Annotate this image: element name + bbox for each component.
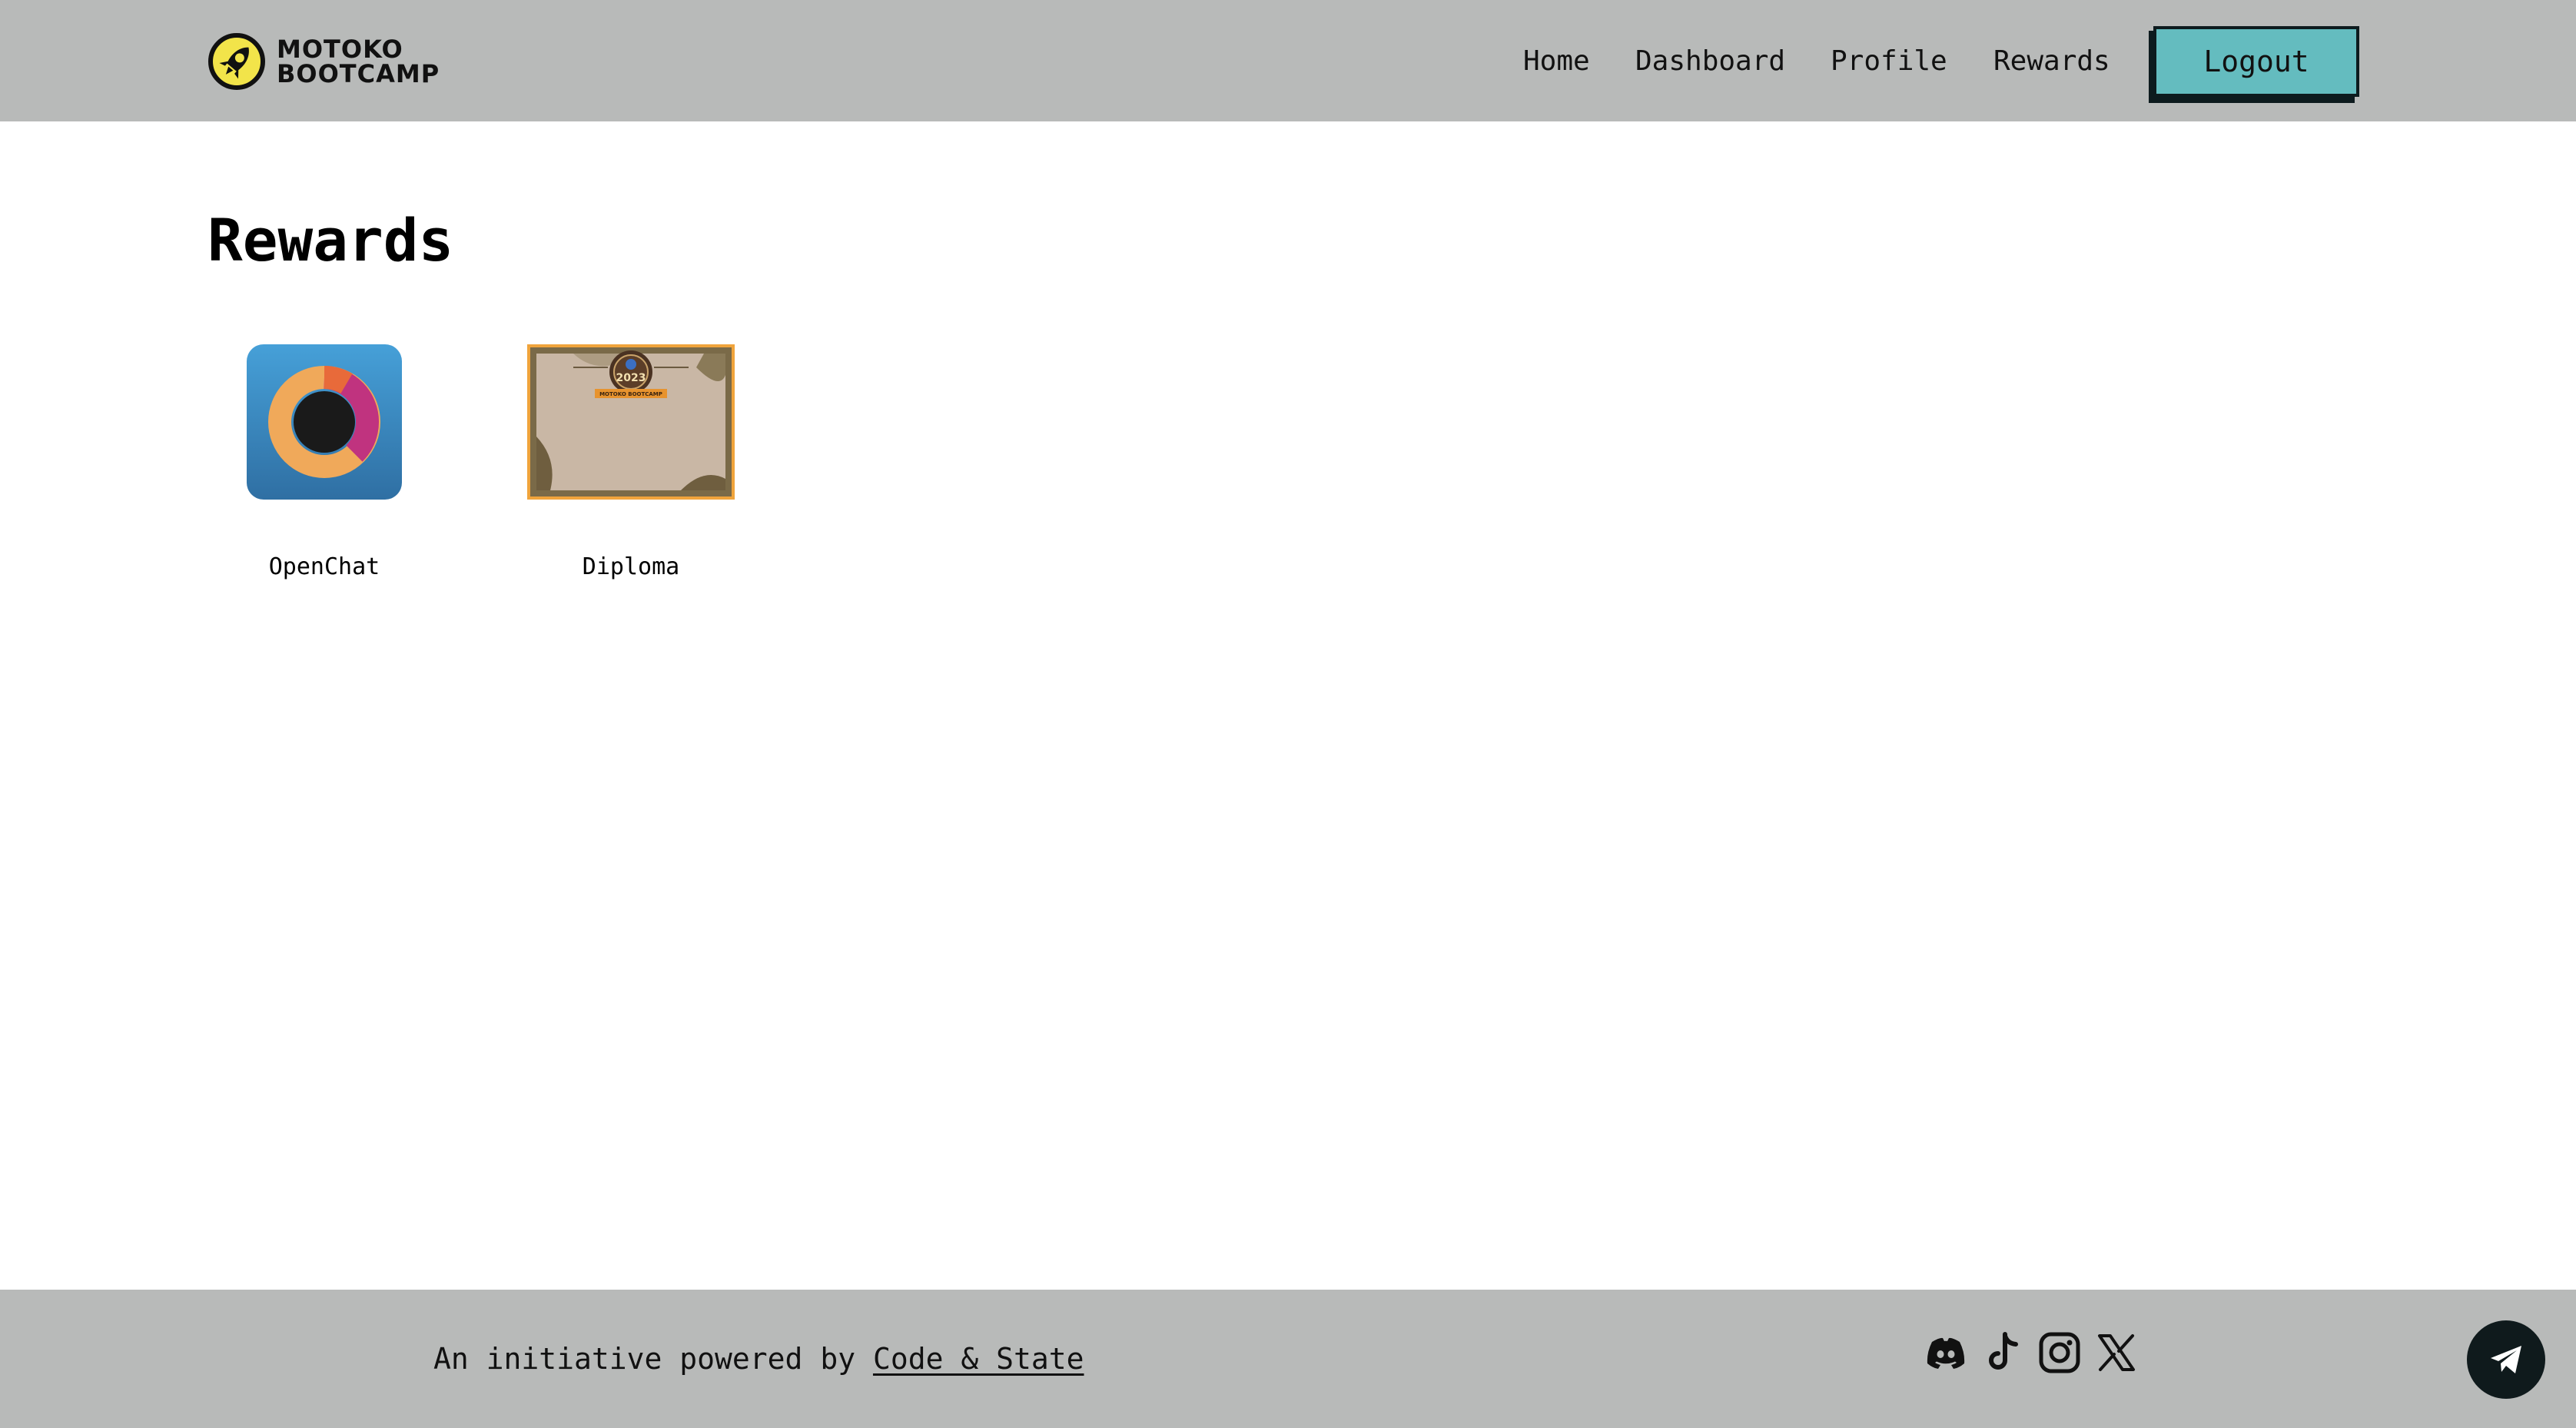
diploma-banner: MOTOKO BOOTCAMP bbox=[599, 391, 662, 397]
code-and-state-link[interactable]: Code & State bbox=[873, 1342, 1084, 1376]
reward-label-openchat: OpenChat bbox=[268, 553, 380, 580]
logout-button-wrapper: Logout bbox=[2149, 26, 2359, 103]
logo[interactable]: MOTOKO BOOTCAMP bbox=[207, 31, 440, 92]
telegram-chat-button[interactable] bbox=[2467, 1320, 2545, 1399]
nav-dashboard[interactable]: Dashboard bbox=[1635, 37, 1785, 86]
nav-home[interactable]: Home bbox=[1523, 37, 1590, 86]
footer-credit: An initiative powered by Code & State bbox=[433, 1340, 1084, 1377]
x-icon[interactable] bbox=[2093, 1330, 2139, 1376]
footer-credit-prefix: An initiative powered by bbox=[433, 1342, 873, 1376]
instagram-icon[interactable] bbox=[2037, 1330, 2083, 1376]
diploma-certificate-image: 2023 MOTOKO BOOTCAMP bbox=[527, 344, 735, 500]
telegram-icon bbox=[2491, 1346, 2521, 1373]
reward-label-diploma: Diploma bbox=[582, 553, 680, 580]
nav-rewards[interactable]: Rewards bbox=[1993, 37, 2110, 86]
openchat-icon bbox=[247, 344, 402, 500]
reward-card-diploma[interactable]: 2023 MOTOKO BOOTCAMP Diploma bbox=[527, 344, 735, 581]
rocket-logo-icon bbox=[208, 33, 265, 90]
footer: An initiative powered by Code & State bbox=[0, 1290, 2576, 1428]
logo-wordmark: MOTOKO BOOTCAMP bbox=[277, 37, 440, 86]
tiktok-icon[interactable] bbox=[1980, 1330, 2026, 1376]
top-navbar: MOTOKO BOOTCAMP Home Dashboard Profile R… bbox=[0, 0, 2576, 121]
discord-icon[interactable] bbox=[1923, 1330, 1969, 1376]
diploma-year: 2023 bbox=[616, 372, 646, 384]
nav-profile[interactable]: Profile bbox=[1831, 37, 1947, 86]
page-title: Rewards bbox=[207, 206, 454, 274]
logo-line2: BOOTCAMP bbox=[277, 59, 440, 88]
reward-card-openchat[interactable]: OpenChat bbox=[231, 344, 418, 581]
logout-button[interactable]: Logout bbox=[2153, 26, 2359, 97]
logo-line1: MOTOKO bbox=[277, 35, 403, 64]
